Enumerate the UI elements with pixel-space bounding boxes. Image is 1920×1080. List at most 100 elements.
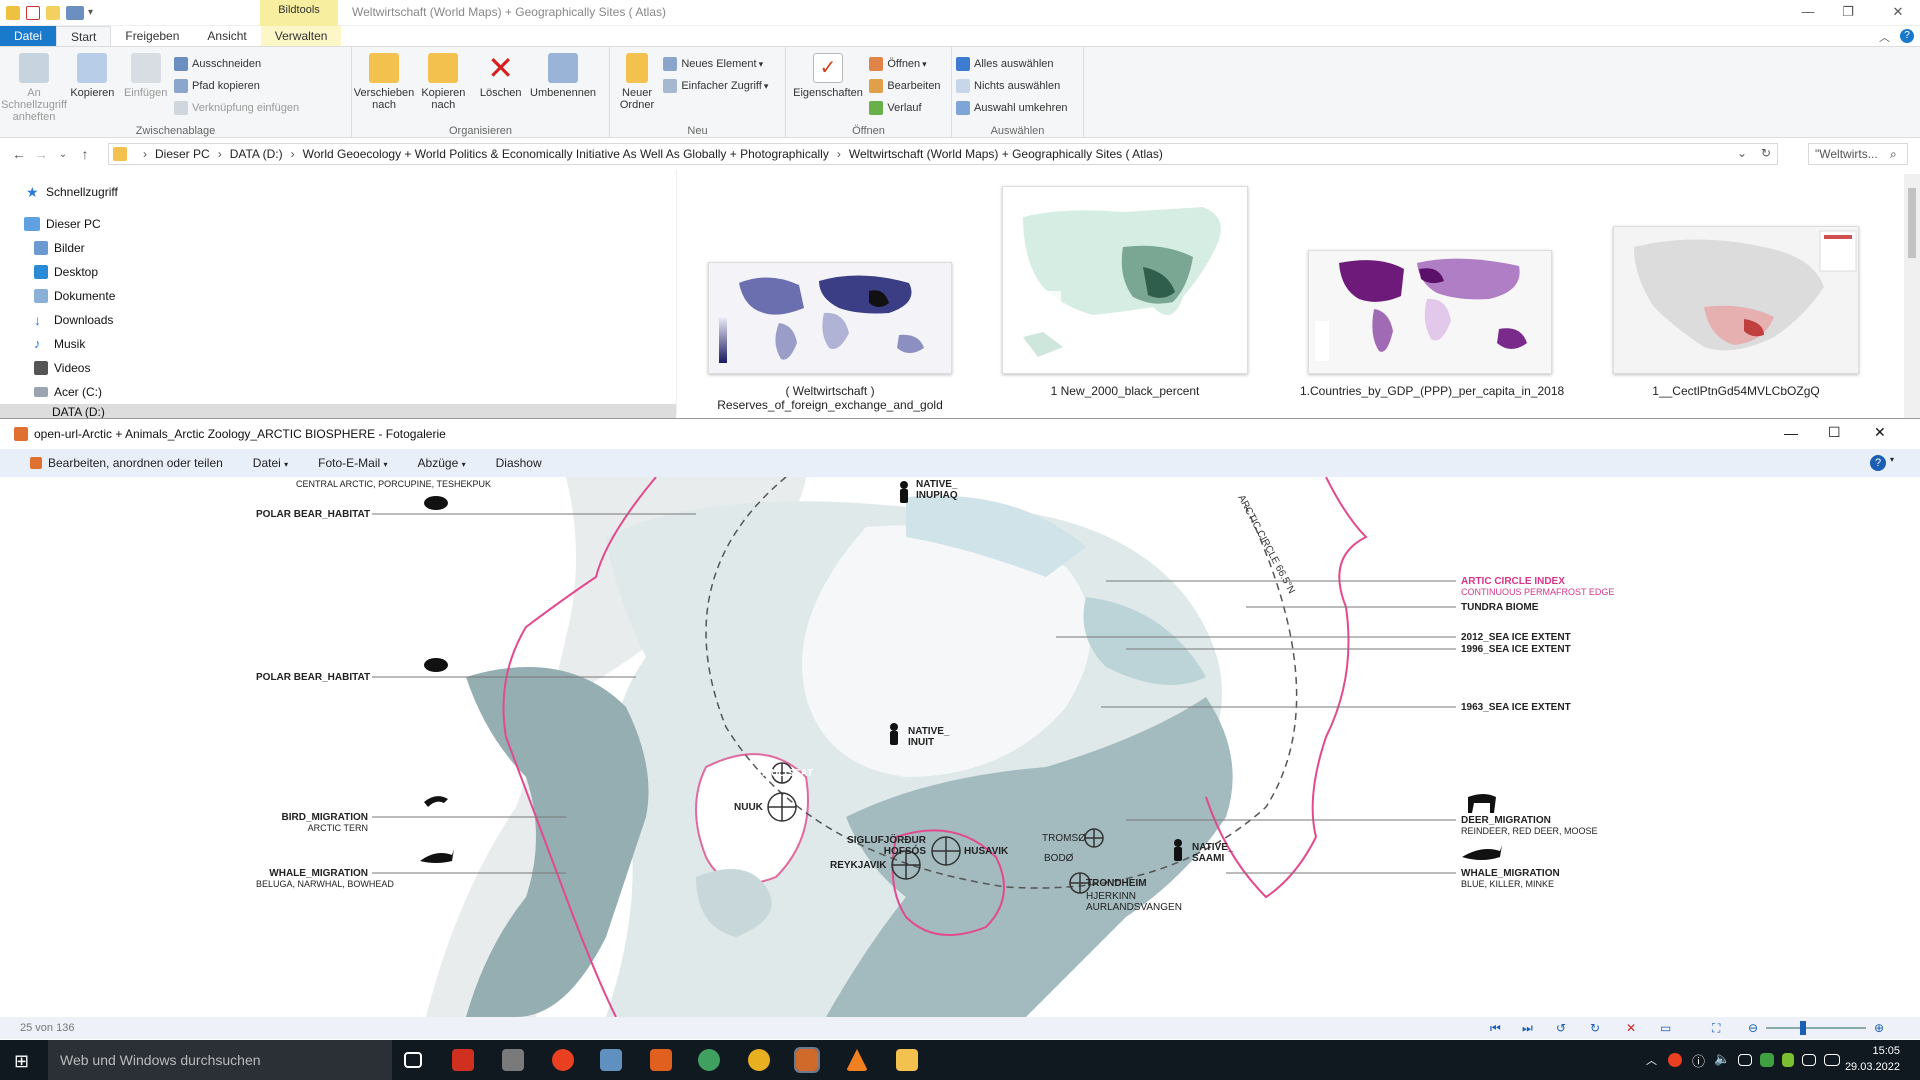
breadcrumb-pc[interactable]: Dieser PC [155,147,210,161]
properties-button[interactable]: ✓ Eigenschaften [790,51,866,99]
ribbon-collapse-icon[interactable]: ︿ [1879,29,1890,45]
file-item[interactable]: 1.Countries_by_GDP_(PPP)_per_capita_in_2… [1300,250,1564,398]
app-icon[interactable] [452,1049,474,1071]
quick-access-toolbar-icon[interactable] [66,5,84,20]
nav-this-pc[interactable]: Dieser PC [0,212,676,236]
file-item[interactable]: 1__CectlPtnGd54MVLCbOZgQ [1600,226,1872,398]
keyboard-icon[interactable] [1824,1054,1840,1066]
search-icon[interactable]: ⌕ [1890,147,1897,162]
close-icon[interactable]: ✕ [1890,4,1906,20]
delete-button[interactable]: ✕ Löschen [475,51,527,99]
info-icon[interactable]: ⓘ [1692,1051,1705,1070]
zoom-slider-thumb[interactable] [1800,1021,1806,1035]
tab-start[interactable]: Start [56,26,112,46]
scrollbar-thumb[interactable] [1908,188,1916,258]
rename-button[interactable]: Umbenennen [530,51,596,99]
windows-start-icon[interactable]: ⊞ [14,1051,29,1072]
edit-arrange-share-menu[interactable]: Bearbeiten, anordnen oder teilen [48,456,223,470]
address-bar[interactable]: › Dieser PC › DATA (D:) › World Geoecolo… [108,143,1778,165]
next-icon[interactable]: ⏭ [1522,1017,1533,1039]
tab-verwalten[interactable]: Verwalten [260,26,342,46]
explorer-scrollbar[interactable] [1904,174,1920,420]
new-folder-button[interactable]: Neuer Ordner [614,51,660,111]
copy-path-button[interactable]: Pfad kopieren [174,75,299,97]
fit-icon[interactable]: ⛶ [1712,1017,1720,1039]
tray-icon[interactable] [1760,1053,1774,1067]
task-view-icon[interactable] [404,1052,422,1068]
tab-ansicht[interactable]: Ansicht [193,26,260,46]
refresh-icon[interactable]: ↻ [1761,146,1771,160]
network-icon[interactable] [1738,1054,1752,1066]
close-icon[interactable]: ✕ [1874,424,1886,441]
paste-shortcut-button[interactable]: Verknüpfung einfügen [174,97,299,119]
minimize-icon[interactable]: — [1784,425,1798,441]
recent-chevron-icon[interactable]: ⌄ [52,149,74,160]
tray-chevron-icon[interactable]: ︿ [1646,1052,1657,1068]
zoom-in-icon[interactable]: ⊕ [1874,1017,1884,1039]
new-item-button[interactable]: Neues Element ▾ [663,53,768,75]
history-button[interactable]: Verlauf [869,97,940,119]
easy-access-button[interactable]: Einfacher Zugriff ▾ [663,75,768,97]
app-icon[interactable] [502,1049,524,1071]
battery-icon[interactable] [1802,1054,1816,1066]
abzuege-menu[interactable]: Abzüge ▾ [418,456,466,470]
nav-item-bilder[interactable]: Bilder [0,236,676,260]
invert-selection-button[interactable]: Auswahl umkehren [956,97,1068,119]
nav-item-musik[interactable]: ♪ Musik [0,332,676,356]
copy-button[interactable]: Kopieren [67,51,117,99]
breadcrumb-drive[interactable]: DATA (D:) [230,147,283,161]
taskbar-clock[interactable]: 15:05 29.03.2022 [1845,1043,1900,1075]
breadcrumb-current[interactable]: Weltwirtschaft (World Maps) + Geographic… [849,147,1163,161]
file-item[interactable]: 1 New_2000_black_percent [990,186,1260,398]
rotate-right-icon[interactable]: ↻ [1590,1017,1600,1039]
address-dropdown-icon[interactable]: ⌄ [1737,146,1747,160]
select-all-button[interactable]: Alles auswählen [956,53,1068,75]
chrome-icon[interactable] [748,1049,770,1071]
nav-quick-access[interactable]: ★ Schnellzugriff [0,180,676,204]
copy-to-button[interactable]: Kopieren nach [415,51,471,111]
nav-item-acer-c[interactable]: Acer (C:) [0,380,676,404]
tab-datei[interactable]: Datei [0,26,57,46]
help-icon[interactable]: ? [1870,455,1886,471]
tray-icon[interactable] [1668,1053,1682,1067]
edit-button[interactable]: Bearbeiten [869,75,941,97]
maximize-icon[interactable]: ☐ [1828,424,1841,441]
opera-icon[interactable] [552,1049,574,1071]
maximize-icon[interactable]: ❐ [1840,4,1856,20]
volume-icon[interactable]: 🔈 [1714,1051,1730,1067]
paste-button[interactable]: Einfügen [121,51,171,99]
forward-arrow-icon[interactable]: → [30,146,52,162]
nav-item-dokumente[interactable]: Dokumente [0,284,676,308]
taskbar-search-input[interactable]: Web und Windows durchsuchen [48,1040,392,1080]
back-arrow-icon[interactable]: ← [8,146,30,162]
zoom-out-icon[interactable]: ⊖ [1748,1017,1758,1039]
move-to-button[interactable]: Verschieben nach [354,51,414,111]
save-icon[interactable]: ▭ [1660,1017,1671,1039]
previous-icon[interactable]: ⏮ [1490,1017,1501,1039]
photo-gallery-icon[interactable] [794,1047,820,1073]
nav-item-data-d[interactable]: DATA (D:) [0,404,676,418]
minimize-icon[interactable]: — [1800,4,1816,20]
nvidia-icon[interactable] [1782,1053,1794,1067]
pin-quick-access-button[interactable]: An Schnellzugriff anheften [1,51,67,123]
app-icon[interactable] [698,1049,720,1071]
select-none-button[interactable]: Nichts auswählen [956,75,1068,97]
nav-item-desktop[interactable]: Desktop [0,260,676,284]
help-icon[interactable]: ? [1900,29,1914,43]
breadcrumb-folder[interactable]: World Geoecology + World Politics & Econ… [303,147,829,161]
nav-item-videos[interactable]: Videos [0,356,676,380]
datei-menu[interactable]: Datei ▾ [253,456,288,470]
file-explorer-icon[interactable] [896,1049,918,1071]
new-folder-icon[interactable] [46,5,60,20]
file-item[interactable]: ( Weltwirtschaft ) Reserves_of_foreign_e… [700,262,960,412]
delete-icon[interactable]: ✕ [1626,1017,1636,1039]
diashow-button[interactable]: Diashow [496,456,542,470]
vlc-icon[interactable] [846,1049,868,1071]
properties-icon[interactable] [26,5,40,20]
up-arrow-icon[interactable]: ↑ [74,146,96,162]
nav-item-downloads[interactable]: ↓ Downloads [0,308,676,332]
foto-email-menu[interactable]: Foto-E-Mail ▾ [318,456,387,470]
chevron-down-icon[interactable]: ▾ [1890,455,1894,464]
app-icon[interactable] [650,1049,672,1071]
zoom-slider[interactable] [1766,1027,1866,1029]
